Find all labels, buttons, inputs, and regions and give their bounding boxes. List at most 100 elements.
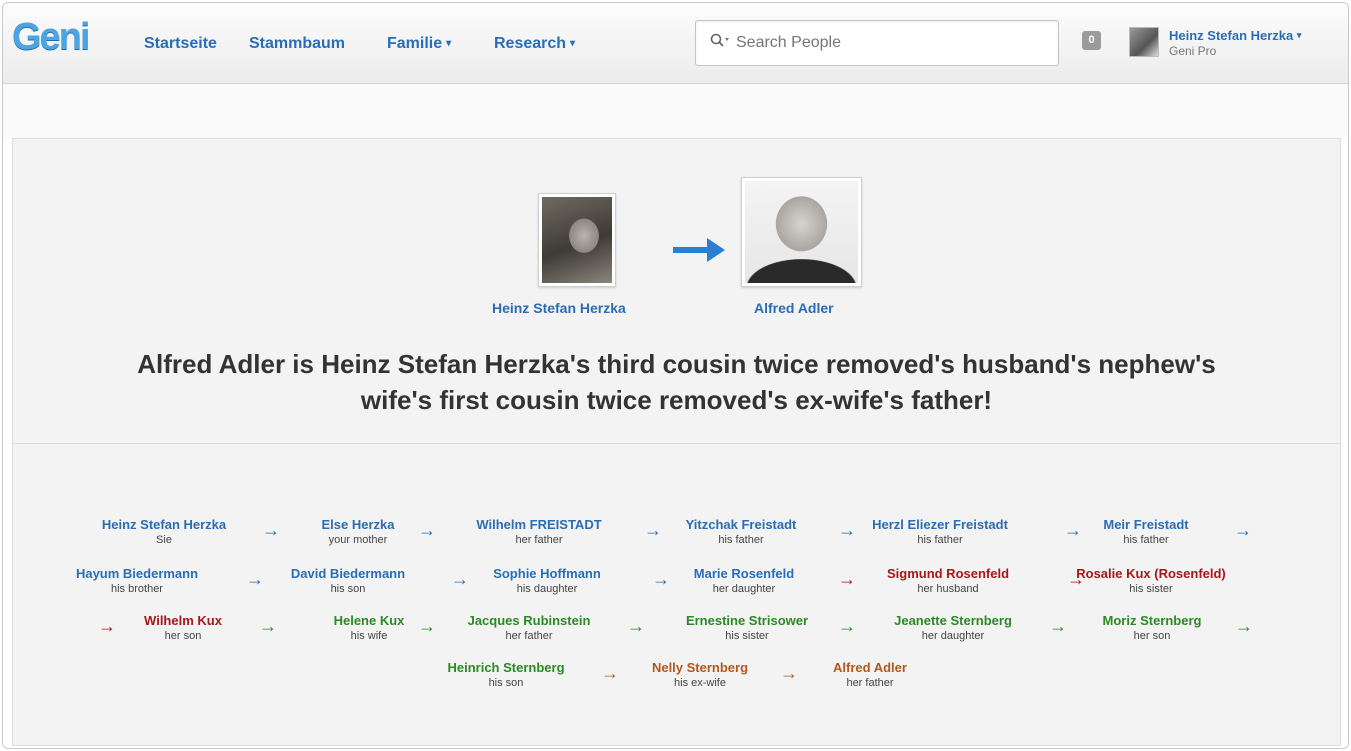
top-navigation-bar: Geni Startseite Stammbaum Familie ▾ Resea… bbox=[3, 3, 1348, 84]
nav-startseite[interactable]: Startseite bbox=[144, 35, 217, 53]
arrow-right-icon: → bbox=[644, 520, 662, 540]
arrow-right-icon: → bbox=[1235, 616, 1253, 636]
arrow-right-icon: → bbox=[1064, 520, 1082, 540]
chain-person-name[interactable]: Wilhelm FREISTADT bbox=[476, 517, 601, 533]
chain-person: Else Herzka your mother bbox=[322, 517, 395, 547]
chain-person-name[interactable]: Heinrich Sternberg bbox=[447, 660, 564, 676]
chain-person: Yitzchak Freistadt his father bbox=[686, 517, 797, 547]
search-box[interactable] bbox=[695, 20, 1059, 66]
user-menu[interactable]: Heinz Stefan Herzka ▾ bbox=[1169, 28, 1301, 43]
chain-person-role: his son bbox=[488, 677, 524, 689]
chain-person-name[interactable]: Else Herzka bbox=[322, 517, 395, 533]
chain-person-role: Sie bbox=[156, 534, 172, 546]
chain-person-role: her father bbox=[846, 677, 894, 689]
chain-person: Heinz Stefan Herzka Sie bbox=[102, 517, 226, 547]
chain-person-role: his son bbox=[330, 583, 366, 595]
arrow-right-icon: → bbox=[1049, 616, 1067, 636]
geni-logo[interactable]: Geni bbox=[12, 16, 90, 59]
chain-person: Nelly Sternberg his ex-wife bbox=[652, 660, 748, 690]
chain-person: Rosalie Kux (Rosenfeld) his sister bbox=[1076, 566, 1226, 596]
chain-person-role: her father bbox=[505, 630, 553, 642]
chain-person-name[interactable]: Herzl Eliezer Freistadt bbox=[872, 517, 1008, 533]
chain-person: Marie Rosenfeld her daughter bbox=[694, 566, 794, 596]
chain-person-role: his father bbox=[917, 534, 963, 546]
sub-header-strip bbox=[3, 84, 1348, 138]
chain-person-name[interactable]: Helene Kux bbox=[334, 613, 405, 629]
arrow-right-icon: → bbox=[601, 663, 619, 683]
chain-person-name[interactable]: Marie Rosenfeld bbox=[694, 566, 794, 582]
arrow-right-icon: → bbox=[652, 569, 670, 589]
arrow-right-icon: → bbox=[246, 569, 264, 589]
chain-person: Jacques Rubinstein her father bbox=[468, 613, 591, 643]
nav-label: Startseite bbox=[144, 35, 217, 52]
chain-person-role: his father bbox=[1123, 534, 1169, 546]
search-icon[interactable] bbox=[710, 33, 730, 53]
chain-person-role: his wife bbox=[350, 630, 388, 642]
browser-frame: Geni Startseite Stammbaum Familie ▾ Resea… bbox=[2, 2, 1349, 749]
chain-person-role: his sister bbox=[725, 630, 769, 642]
chain-person-role: her daughter bbox=[712, 583, 776, 595]
user-plan: Geni Pro bbox=[1169, 44, 1217, 58]
chain-person-role: his ex-wife bbox=[674, 677, 726, 689]
nav-label: Stammbaum bbox=[249, 35, 346, 52]
chain-person: Moriz Sternberg her son bbox=[1103, 613, 1202, 643]
chain-person-name[interactable]: Wilhelm Kux bbox=[144, 613, 222, 629]
chain-person-name[interactable]: Sigmund Rosenfeld bbox=[887, 566, 1009, 582]
chain-person: Wilhelm FREISTADT her father bbox=[476, 517, 601, 547]
chain-person-name[interactable]: Meir Freistadt bbox=[1103, 517, 1188, 533]
chain-person-name[interactable]: Nelly Sternberg bbox=[652, 660, 748, 676]
chain-person-role: her son bbox=[164, 630, 202, 642]
chain-person-name[interactable]: Alfred Adler bbox=[833, 660, 907, 676]
nav-stammbaum[interactable]: Stammbaum bbox=[249, 35, 345, 53]
chain-person: Heinrich Sternberg his son bbox=[447, 660, 564, 690]
arrow-right-icon: → bbox=[262, 520, 280, 540]
arrow-right-icon: → bbox=[838, 616, 856, 636]
chain-person: Jeanette Sternberg her daughter bbox=[894, 613, 1012, 643]
chain-person: Herzl Eliezer Freistadt his father bbox=[872, 517, 1008, 547]
chain-person-role: her daughter bbox=[921, 630, 985, 642]
chain-person-name[interactable]: Ernestine Strisower bbox=[686, 613, 808, 629]
chain-person-name[interactable]: Moriz Sternberg bbox=[1103, 613, 1202, 629]
chain-person: Ernestine Strisower his sister bbox=[686, 613, 808, 643]
chain-person-role: his sister bbox=[1129, 583, 1173, 595]
relationship-path: Heinz Stefan Herzka Sie Else Herzka your mo… bbox=[13, 139, 1340, 745]
chevron-down-icon: ▾ bbox=[446, 38, 452, 49]
chain-person-name[interactable]: David Biedermann bbox=[291, 566, 405, 582]
chain-person-role: her husband bbox=[917, 583, 979, 595]
chain-person: Alfred Adler her father bbox=[833, 660, 907, 690]
notification-badge[interactable]: 0 bbox=[1082, 31, 1101, 50]
chain-person-name[interactable]: Jacques Rubinstein bbox=[468, 613, 591, 629]
chevron-down-icon: ▾ bbox=[1296, 30, 1302, 40]
chain-person-role: her son bbox=[1133, 630, 1171, 642]
chain-person-role: his brother bbox=[111, 583, 163, 595]
chain-person: Helene Kux his wife bbox=[334, 613, 405, 643]
relationship-panel: Heinz Stefan Herzka Alfred Adler Alfred … bbox=[12, 138, 1341, 746]
chain-person-name[interactable]: Sophie Hoffmann bbox=[493, 566, 601, 582]
chain-person: Hayum Biedermann his brother bbox=[76, 566, 198, 596]
chain-person: Sigmund Rosenfeld her husband bbox=[887, 566, 1009, 596]
chain-person: Wilhelm Kux her son bbox=[144, 613, 222, 643]
search-input[interactable] bbox=[734, 30, 1048, 56]
chain-person: David Biedermann his son bbox=[291, 566, 405, 596]
chain-person-name[interactable]: Yitzchak Freistadt bbox=[686, 517, 797, 533]
avatar[interactable] bbox=[1129, 27, 1159, 57]
arrow-right-icon: → bbox=[1067, 569, 1085, 589]
arrow-right-icon: → bbox=[98, 616, 116, 636]
nav-label: Familie bbox=[387, 35, 443, 52]
arrow-right-icon: → bbox=[627, 616, 645, 636]
chain-person-role: his daughter bbox=[516, 583, 578, 595]
chain-person-name[interactable]: Heinz Stefan Herzka bbox=[102, 517, 226, 533]
chain-person-name[interactable]: Hayum Biedermann bbox=[76, 566, 198, 582]
chain-person-name[interactable]: Jeanette Sternberg bbox=[894, 613, 1012, 629]
nav-familie[interactable]: Familie ▾ bbox=[387, 35, 451, 53]
chain-person: Sophie Hoffmann his daughter bbox=[493, 566, 601, 596]
chain-person: Meir Freistadt his father bbox=[1103, 517, 1188, 547]
arrow-right-icon: → bbox=[838, 520, 856, 540]
nav-research[interactable]: Research ▾ bbox=[494, 35, 575, 53]
arrow-right-icon: → bbox=[451, 569, 469, 589]
chain-person-role: his father bbox=[718, 534, 764, 546]
chain-person-name[interactable]: Rosalie Kux (Rosenfeld) bbox=[1076, 566, 1226, 582]
arrow-right-icon: → bbox=[838, 569, 856, 589]
nav-label: Research bbox=[494, 35, 567, 52]
arrow-right-icon: → bbox=[418, 520, 436, 540]
